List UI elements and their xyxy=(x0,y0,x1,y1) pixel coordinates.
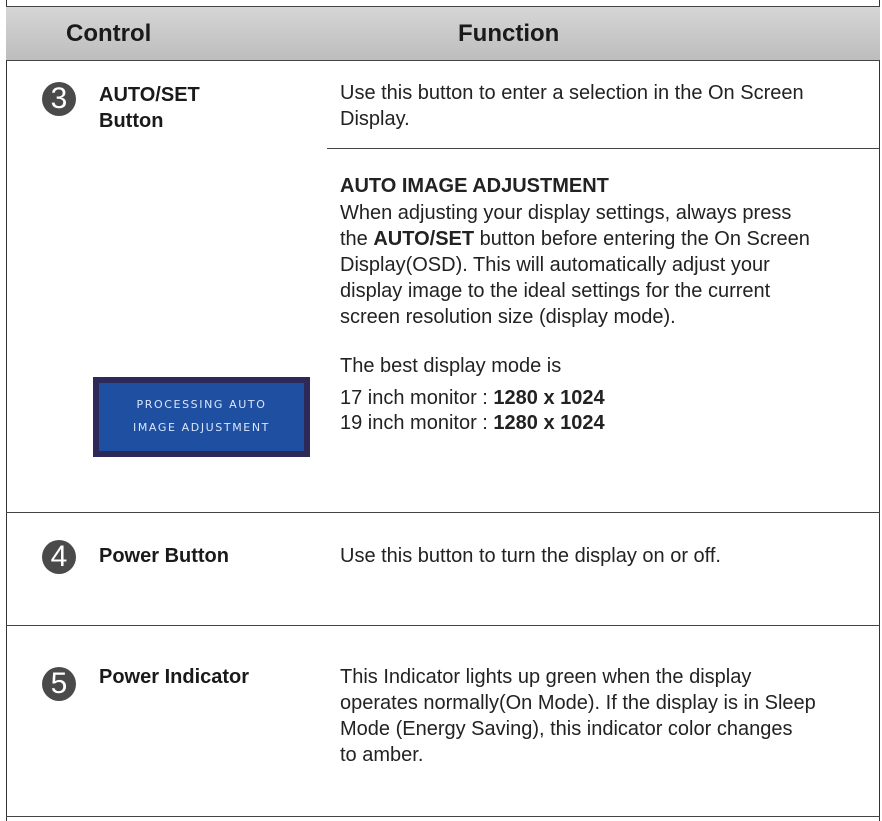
row-divider xyxy=(6,625,880,626)
osd-line: IMAGE ADJUSTMENT xyxy=(132,421,271,434)
text-span: the xyxy=(340,228,374,250)
text-span: button before entering the On Screen xyxy=(474,228,810,250)
power-button-description: Use this button to turn the display on o… xyxy=(340,545,721,567)
control-power-indicator: Power Indicator xyxy=(99,666,250,688)
osd-line: PROCESSING AUTO xyxy=(136,398,267,411)
osd-message-image: PROCESSING AUTO IMAGE ADJUSTMENT xyxy=(93,377,310,457)
auto-set-intro: Use this button to enter a selection in … xyxy=(340,80,870,132)
table-header: Control Function xyxy=(6,6,880,61)
paragraph-line: When adjusting your display settings, al… xyxy=(340,202,792,224)
control-power-button: Power Button xyxy=(99,545,229,567)
mode-17-inch: 17 inch monitor : 1280 x 1024 xyxy=(340,385,605,411)
row-divider xyxy=(327,148,880,149)
description-line: This Indicator lights up green when the … xyxy=(340,666,752,688)
mode-value: 1280 x 1024 xyxy=(493,387,605,409)
osd-message-panel: PROCESSING AUTO IMAGE ADJUSTMENT xyxy=(99,383,304,451)
mode-value: 1280 x 1024 xyxy=(493,412,605,434)
description-line: Mode (Energy Saving), this indicator col… xyxy=(340,718,793,740)
intro-line: Use this button to enter a selection in … xyxy=(340,82,804,104)
control-auto-set-line2: Button xyxy=(99,110,164,132)
mode-19-inch: 19 inch monitor : 1280 x 1024 xyxy=(340,410,605,436)
best-mode-text: The best display mode is xyxy=(340,355,562,377)
description-line: to amber. xyxy=(340,744,424,766)
intro-line: Display. xyxy=(340,108,410,130)
mode-label: 17 inch monitor : xyxy=(340,387,494,409)
description-line: operates normally(On Mode). If the displ… xyxy=(340,692,816,714)
control-auto-set: AUTO/SET Button xyxy=(99,82,200,134)
auto-set-emphasis: AUTO/SET xyxy=(373,228,475,250)
control-auto-set-line1: AUTO/SET xyxy=(99,84,200,106)
mode-label: 19 inch monitor : xyxy=(340,412,494,434)
row-divider xyxy=(6,816,880,817)
paragraph-line: the AUTO/SET button before entering the … xyxy=(340,226,875,252)
header-function: Function xyxy=(458,20,560,47)
paragraph-line: Display(OSD). This will automatically ad… xyxy=(340,254,770,276)
number-3-icon: 3 xyxy=(42,82,76,116)
auto-image-adjustment-heading: AUTO IMAGE ADJUSTMENT xyxy=(340,175,609,197)
number-4-icon: 4 xyxy=(42,540,76,574)
power-indicator-description: This Indicator lights up green when the … xyxy=(340,664,875,768)
header-control: Control xyxy=(66,20,152,47)
number-5-icon: 5 xyxy=(42,667,76,701)
paragraph-line: screen resolution size (display mode). xyxy=(340,306,676,328)
row-divider xyxy=(6,512,880,513)
paragraph-line: display image to the ideal settings for … xyxy=(340,280,771,302)
auto-image-adjustment-paragraph: When adjusting your display settings, al… xyxy=(340,200,875,330)
